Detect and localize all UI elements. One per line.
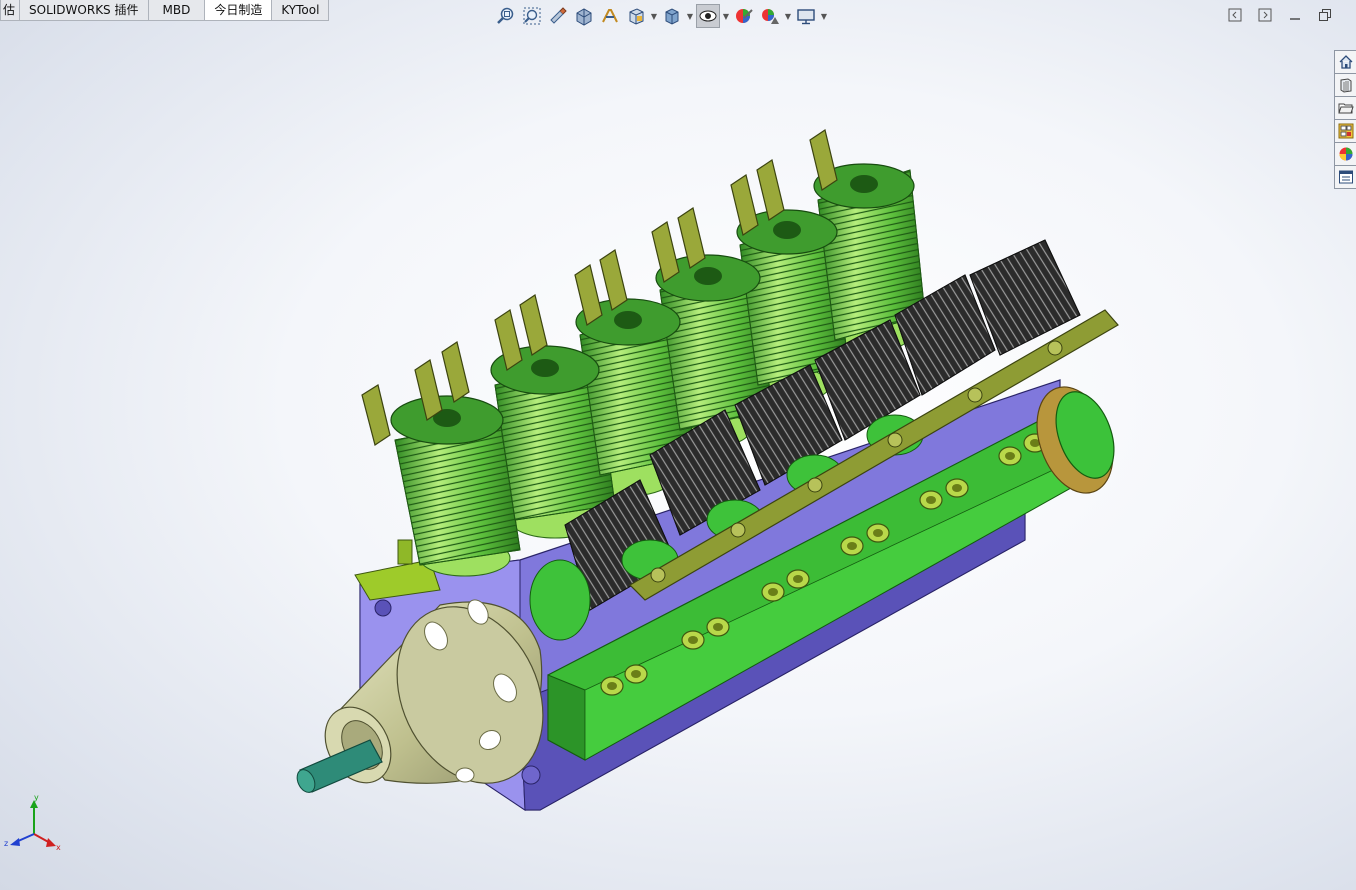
triad-z-label: z: [4, 839, 8, 848]
engine-model-viewport[interactable]: [0, 0, 1356, 890]
reference-triad: y x z: [4, 793, 61, 852]
triad-y-label: y: [34, 793, 39, 802]
triad-x-label: x: [56, 843, 61, 852]
